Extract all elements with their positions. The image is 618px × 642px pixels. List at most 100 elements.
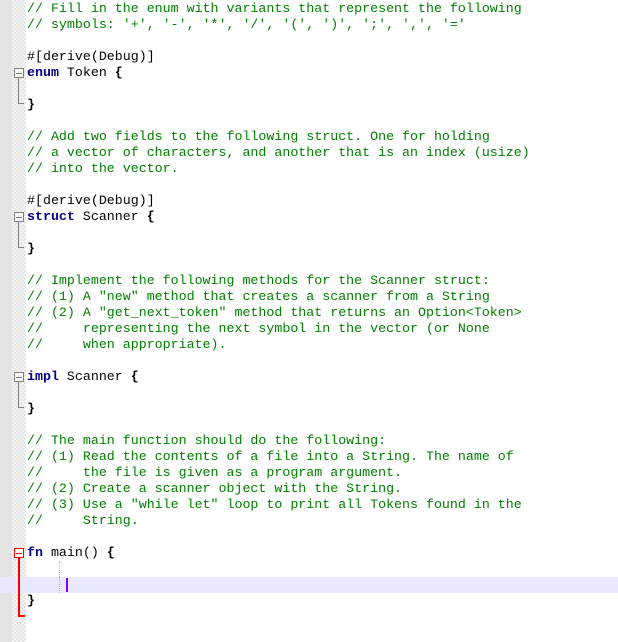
- line-content: }: [27, 97, 35, 113]
- line-content: // into the vector.: [27, 161, 179, 177]
- comment-text: // String.: [27, 513, 139, 528]
- line-content: // when appropriate).: [27, 337, 227, 353]
- comment-text: // (1) Read the contents of a file into …: [27, 449, 514, 464]
- comment-text: // the file is given as a program argume…: [27, 465, 403, 480]
- code-line[interactable]: [0, 81, 618, 97]
- line-content: }: [27, 401, 35, 417]
- code-line[interactable]: [0, 257, 618, 273]
- fold-toggle-struct[interactable]: [14, 212, 24, 222]
- line-content: #[derive(Debug)]: [27, 49, 155, 65]
- brace: {: [106, 545, 115, 560]
- identifier: Scanner: [74, 209, 147, 224]
- code-line[interactable]: enum Token {: [0, 65, 618, 81]
- line-content: struct Scanner {: [27, 209, 155, 225]
- fold-toggle-enum[interactable]: [14, 68, 24, 78]
- line-content: // (3) Use a "while let" loop to print a…: [27, 497, 522, 513]
- code-line[interactable]: [0, 561, 618, 577]
- text-caret: [66, 578, 68, 592]
- attribute-text: #[derive(Debug)]: [27, 193, 155, 208]
- code-line[interactable]: // Add two fields to the following struc…: [0, 129, 618, 145]
- code-line[interactable]: [0, 353, 618, 369]
- code-line[interactable]: }: [0, 593, 618, 609]
- keyword: impl: [27, 369, 59, 384]
- code-line[interactable]: #[derive(Debug)]: [0, 193, 618, 209]
- line-content: // (2) A "get_next_token" method that re…: [27, 305, 522, 321]
- code-line[interactable]: // (3) Use a "while let" loop to print a…: [0, 497, 618, 513]
- comment-text: // The main function should do the follo…: [27, 433, 387, 448]
- comment-text: // (1) A "new" method that creates a sca…: [27, 289, 490, 304]
- code-line[interactable]: // (1) A "new" method that creates a sca…: [0, 289, 618, 305]
- line-content: fn main() {: [27, 545, 115, 561]
- code-line[interactable]: // into the vector.: [0, 161, 618, 177]
- comment-text: // Add two fields to the following struc…: [27, 129, 490, 144]
- code-editor[interactable]: // Fill in the enum with variants that r…: [0, 1, 618, 609]
- fold-end-enum: [18, 103, 24, 104]
- code-line[interactable]: // the file is given as a program argume…: [0, 465, 618, 481]
- code-line[interactable]: [0, 385, 618, 401]
- comment-text: // symbols: '+', '-', '*', '/', '(', ')'…: [27, 17, 466, 32]
- brace: {: [114, 65, 123, 80]
- code-line[interactable]: [0, 33, 618, 49]
- brace: {: [130, 369, 139, 384]
- fold-end-main: [18, 615, 25, 617]
- line-content: // (1) A "new" method that creates a sca…: [27, 289, 490, 305]
- brace: }: [27, 593, 35, 608]
- code-line[interactable]: }: [0, 241, 618, 257]
- code-line[interactable]: [0, 113, 618, 129]
- fold-end-impl: [18, 407, 24, 408]
- line-content: // (1) Read the contents of a file into …: [27, 449, 514, 465]
- code-line[interactable]: [0, 417, 618, 433]
- brace: }: [27, 241, 35, 256]
- identifier: Token: [58, 65, 115, 80]
- line-content: }: [27, 241, 35, 257]
- identifier: Scanner: [58, 369, 131, 384]
- code-line[interactable]: struct Scanner {: [0, 209, 618, 225]
- line-content: // symbols: '+', '-', '*', '/', '(', ')'…: [27, 17, 466, 33]
- code-line[interactable]: // The main function should do the follo…: [0, 433, 618, 449]
- code-line[interactable]: // (2) Create a scanner object with the …: [0, 481, 618, 497]
- code-line[interactable]: [0, 177, 618, 193]
- code-line[interactable]: // (2) A "get_next_token" method that re…: [0, 305, 618, 321]
- comment-text: // (2) Create a scanner object with the …: [27, 481, 403, 496]
- brace: }: [27, 401, 35, 416]
- code-line[interactable]: // Implement the following methods for t…: [0, 273, 618, 289]
- keyword: fn: [27, 545, 43, 560]
- code-line[interactable]: // (1) Read the contents of a file into …: [0, 449, 618, 465]
- line-content: // Fill in the enum with variants that r…: [27, 1, 522, 17]
- line-content: impl Scanner {: [27, 369, 139, 385]
- current-line[interactable]: [0, 577, 618, 593]
- code-line[interactable]: [0, 529, 618, 545]
- line-content: // Add two fields to the following struc…: [27, 129, 490, 145]
- code-line[interactable]: // String.: [0, 513, 618, 529]
- fold-toggle-main[interactable]: [14, 548, 24, 558]
- code-line[interactable]: #[derive(Debug)]: [0, 49, 618, 65]
- code-line[interactable]: }: [0, 401, 618, 417]
- fold-range-main: [18, 558, 20, 616]
- comment-text: // Fill in the enum with variants that r…: [27, 1, 522, 16]
- code-line[interactable]: [0, 225, 618, 241]
- code-line[interactable]: }: [0, 97, 618, 113]
- line-content: // The main function should do the follo…: [27, 433, 386, 449]
- identifier: main(): [42, 545, 107, 560]
- line-content: // a vector of characters, and another t…: [27, 145, 530, 161]
- line-content: // representing the next symbol in the v…: [27, 321, 490, 337]
- keyword: struct: [27, 209, 75, 224]
- code-line[interactable]: // a vector of characters, and another t…: [0, 145, 618, 161]
- code-line[interactable]: // symbols: '+', '-', '*', '/', '(', ')'…: [0, 17, 618, 33]
- indent-guide: [59, 577, 60, 593]
- comment-text: // (3) Use a "while let" loop to print a…: [27, 497, 522, 512]
- line-content: // Implement the following methods for t…: [27, 273, 490, 289]
- code-line[interactable]: // representing the next symbol in the v…: [0, 321, 618, 337]
- line-content: }: [27, 593, 35, 609]
- fold-toggle-impl[interactable]: [14, 372, 24, 382]
- indent-guide: [59, 561, 60, 577]
- code-line[interactable]: // Fill in the enum with variants that r…: [0, 1, 618, 17]
- line-content: // (2) Create a scanner object with the …: [27, 481, 402, 497]
- comment-text: // into the vector.: [27, 161, 179, 176]
- code-line[interactable]: fn main() {: [0, 545, 618, 561]
- line-content: // String.: [27, 513, 139, 529]
- attribute-text: #[derive(Debug)]: [27, 49, 155, 64]
- code-line[interactable]: impl Scanner {: [0, 369, 618, 385]
- code-line[interactable]: // when appropriate).: [0, 337, 618, 353]
- comment-text: // a vector of characters, and another t…: [27, 145, 530, 160]
